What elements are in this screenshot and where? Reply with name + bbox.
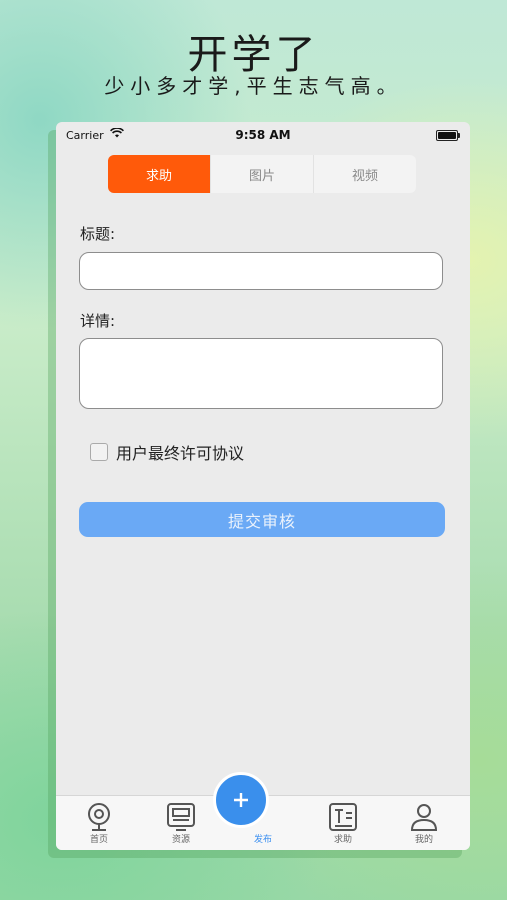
agreement-label[interactable]: 用户最终许可协议: [116, 440, 244, 464]
status-time: 9:58 AM: [235, 128, 291, 142]
promo-subtitle: 少小多才学,平生志气高。: [104, 74, 403, 98]
text-icon: [329, 803, 357, 831]
title-input[interactable]: [79, 252, 443, 290]
agreement-checkbox[interactable]: [90, 443, 108, 461]
detail-textarea[interactable]: [79, 338, 443, 409]
tab-profile-label: 我的: [414, 835, 433, 845]
segment-images[interactable]: 图片: [210, 155, 313, 193]
tab-bar: 首页 资源 发布 求助 我的: [56, 772, 470, 850]
webcam-icon: [88, 803, 110, 831]
user-icon: [410, 804, 438, 831]
tab-help-label: 求助: [333, 835, 352, 845]
tab-home[interactable]: 首页: [69, 798, 129, 848]
segment-videos[interactable]: 视频: [313, 155, 416, 193]
monitor-icon: [167, 803, 195, 831]
battery-icon: [436, 130, 460, 141]
title-label: 标题:: [80, 225, 116, 243]
tab-home-label: 首页: [89, 835, 108, 845]
publish-fab[interactable]: [213, 772, 269, 828]
tab-publish[interactable]: 发布: [213, 772, 293, 848]
tab-resources-label: 资源: [171, 835, 190, 845]
agreement-checkbox-row[interactable]: 用户最终许可协议: [90, 440, 244, 464]
tab-publish-label: 发布: [253, 835, 272, 845]
detail-label: 详情:: [80, 312, 116, 330]
submit-button[interactable]: 提交审核: [79, 502, 445, 537]
tab-help[interactable]: 求助: [313, 798, 373, 848]
tab-resources[interactable]: 资源: [151, 798, 211, 848]
phone-screen: Carrier 9:58 AM 求助 图片 视频 标题: 详情: 用户最终许可协…: [56, 122, 470, 850]
tab-profile[interactable]: 我的: [394, 798, 454, 848]
segmented-control: 求助 图片 视频: [108, 155, 416, 193]
plus-icon: [234, 793, 248, 807]
segment-help[interactable]: 求助: [108, 155, 210, 193]
status-bar: Carrier 9:58 AM: [56, 122, 470, 148]
